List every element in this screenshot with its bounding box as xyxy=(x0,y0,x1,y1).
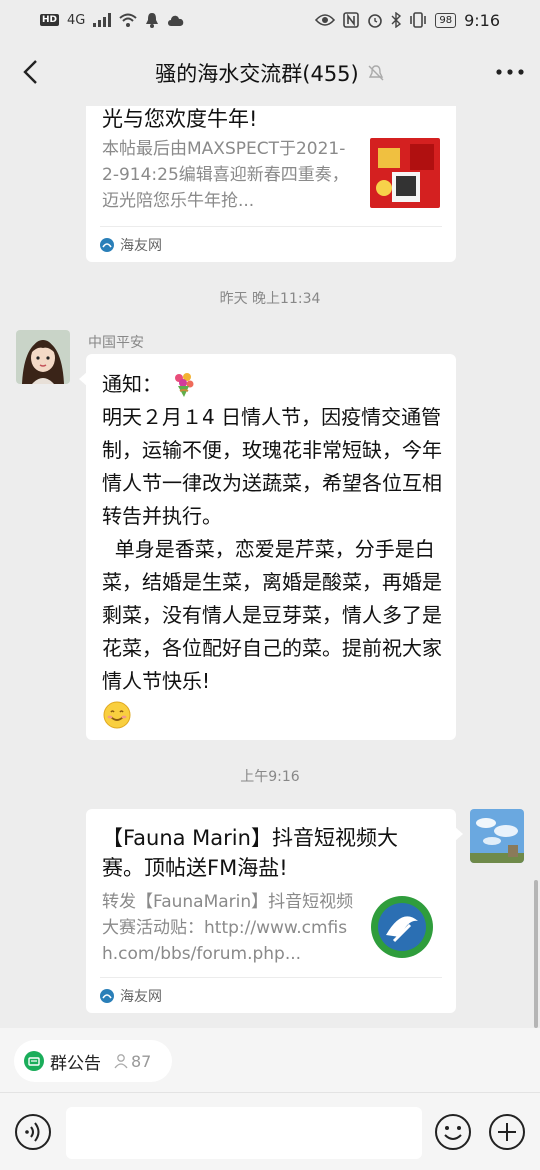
group-notice-label: 群公告 xyxy=(50,1053,101,1074)
more-functions-button[interactable] xyxy=(488,1113,526,1151)
notification-bell-icon xyxy=(146,13,159,28)
alarm-icon xyxy=(368,14,383,28)
cloud-icon xyxy=(168,15,184,26)
signal-icon xyxy=(93,13,112,27)
bouquet-emoji-icon xyxy=(175,372,194,397)
chat-header: 骚的海水交流群(455) xyxy=(0,40,540,106)
network-label: 4G xyxy=(67,12,86,28)
sender-name: 中国平安 xyxy=(88,335,144,351)
text-message-bubble[interactable]: 通知： 明天２月１4 日情人节，因疫情交通管制，运输不便，玫瑰花非常短缺，今年情… xyxy=(79,354,456,740)
link-card-footer: 海友网 xyxy=(100,977,442,1013)
link-card-source: 海友网 xyxy=(120,988,162,1005)
link-card-thumbnail xyxy=(370,895,434,959)
avatar[interactable] xyxy=(16,330,70,384)
link-card-description: 转发【FaunaMarin】抖音短视频大赛活动贴：http://www.cmfi… xyxy=(102,892,354,964)
message-paragraph-2: 单身是香菜，恋爱是芹菜，分手是白菜，结婚是生菜，离婚是酸菜，再婚是剩菜，没有情人… xyxy=(102,537,442,693)
chat-message-list[interactable]: 光与您欢度牛年! 本帖最后由MAXSPECT于2021-2-914:25编辑喜迎… xyxy=(0,106,540,1026)
scrollbar[interactable] xyxy=(534,880,538,1028)
chat-title: 骚的海水交流群(455) xyxy=(155,62,359,86)
chat-title-group: 骚的海水交流群(455) xyxy=(155,58,384,88)
link-card-fauna-marin[interactable]: 【Fauna Marin】抖音短视频大赛。顶帖送FM海盐! 转发【FaunaMa… xyxy=(86,809,463,1013)
bluetooth-icon xyxy=(391,12,402,28)
status-bar: HD 4G 98 9:16 xyxy=(0,0,540,40)
voice-input-button[interactable] xyxy=(14,1113,52,1151)
notice-heading: 通知： xyxy=(102,372,162,396)
hd-badge: HD xyxy=(40,14,60,26)
timestamp: 上午9:16 xyxy=(240,769,300,785)
mute-bell-icon xyxy=(368,65,384,81)
more-options-button[interactable] xyxy=(494,58,526,86)
announcement-icon xyxy=(24,1051,44,1071)
member-count-value: 87 xyxy=(131,1051,152,1071)
emoji-button[interactable] xyxy=(434,1113,472,1151)
message-line-1: 通知： xyxy=(102,368,442,401)
person-icon xyxy=(114,1054,128,1069)
wifi-icon xyxy=(119,13,138,27)
link-card-footer: 海友网 xyxy=(100,226,442,262)
more-dots-icon xyxy=(496,69,524,75)
status-time: 9:16 xyxy=(464,10,500,30)
member-count: 87 xyxy=(113,1052,151,1071)
my-avatar[interactable] xyxy=(470,809,524,863)
emoji-icon xyxy=(435,1114,471,1150)
group-notice-button[interactable]: 群公告 87 xyxy=(14,1040,172,1082)
haiyou-logo-icon xyxy=(100,988,114,1003)
back-button[interactable] xyxy=(14,56,46,88)
message-input[interactable] xyxy=(66,1107,422,1159)
link-card-thumbnail xyxy=(370,138,440,208)
link-card-maxspect[interactable]: 光与您欢度牛年! 本帖最后由MAXSPECT于2021-2-914:25编辑喜迎… xyxy=(86,106,456,262)
message-paragraph-1: 明天２月１4 日情人节，因疫情交通管制，运输不便，玫瑰花非常短缺，今年情人节一律… xyxy=(102,405,442,528)
link-card-title: 【Fauna Marin】抖音短视频大赛。顶帖送FM海盐! xyxy=(102,826,398,880)
link-card-source: 海友网 xyxy=(120,237,162,254)
link-card-title: 光与您欢度牛年! xyxy=(102,107,258,131)
chevron-left-icon xyxy=(23,60,37,84)
input-toolbar xyxy=(0,1092,540,1170)
voice-icon xyxy=(15,1114,51,1150)
smile-emoji-icon xyxy=(103,701,131,729)
eye-icon xyxy=(315,14,336,26)
nfc-icon xyxy=(343,12,360,28)
battery-indicator: 98 xyxy=(435,12,457,28)
group-notice-bar: 群公告 87 xyxy=(0,1028,540,1092)
timestamp: 昨天 晚上11:34 xyxy=(219,291,321,307)
haiyou-logo-icon xyxy=(100,237,114,252)
vibrate-icon xyxy=(410,12,427,28)
plus-icon xyxy=(489,1114,525,1150)
link-card-description: 本帖最后由MAXSPECT于2021-2-914:25编辑喜迎新春四重奏，迈光陪… xyxy=(102,139,349,211)
